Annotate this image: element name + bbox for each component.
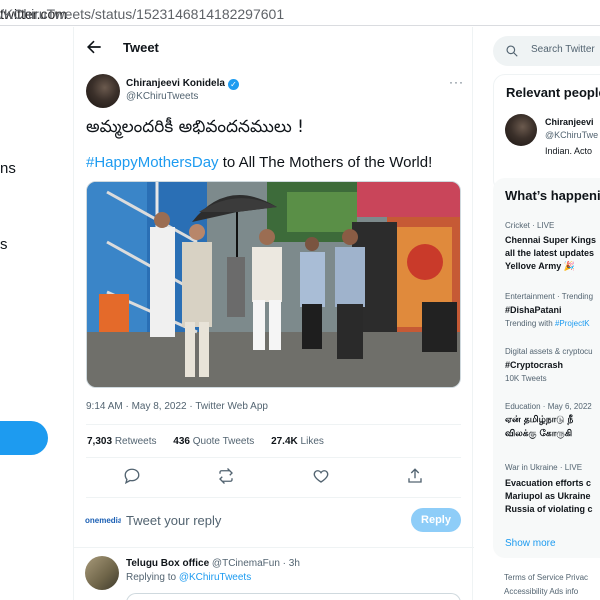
reply-author[interactable]: Telugu Box office @TCinemaFun · 3h <box>126 558 300 569</box>
trend-link[interactable]: #ProjectK <box>555 319 590 328</box>
divider <box>86 497 461 498</box>
likes-stat[interactable]: 27.4K Likes <box>271 436 324 447</box>
trend-title[interactable]: #Cryptocrash <box>505 359 563 372</box>
trend-title[interactable]: ஏன் தமிழ்நாடு நீ <box>505 414 573 427</box>
onemedia-logo: onemedia <box>85 511 123 533</box>
footer-links[interactable]: Terms of Service Privac <box>504 573 588 582</box>
trend-subtext: Trending with #ProjectK <box>505 319 590 328</box>
reply-author-avatar[interactable] <box>85 556 119 590</box>
retweets-stat[interactable]: 7,303 Retweets <box>87 436 157 447</box>
tweet-header: Tweet <box>74 27 474 69</box>
search-input[interactable]: Search Twitter <box>531 44 595 55</box>
trend-title[interactable]: Yellove Army 🎉 <box>505 260 575 273</box>
footer-links[interactable]: Accessibility Ads info <box>504 587 578 596</box>
trend-category: Digital assets & cryptocu <box>505 347 593 356</box>
trend-title[interactable]: Mariupol as Ukraine <box>505 490 591 503</box>
like-icon[interactable] <box>312 467 330 485</box>
nav-item-fragment[interactable]: s <box>0 236 8 253</box>
replying-to-handle-link[interactable]: @KChiruTweets <box>179 572 251 583</box>
reply-input[interactable]: Tweet your reply <box>126 513 221 528</box>
trend-category: Cricket · LIVE <box>505 221 555 230</box>
hashtag-link[interactable]: #HappyMothersDay <box>86 154 219 171</box>
relevant-people-title: Relevant people <box>506 85 600 100</box>
address-bar[interactable]: twitter.com/KChiruTweets/status/15231468… <box>0 0 600 26</box>
relevant-person-name[interactable]: Chiranjeevi <box>545 117 594 127</box>
tweet-text-line-1: అమ్మలందరికీ అభివందనములు ! <box>86 117 304 137</box>
trend-subtext: 10K Tweets <box>505 374 547 383</box>
tweet-timestamp[interactable]: 9:14 AM · May 8, 2022 · Twitter Web App <box>86 401 268 412</box>
more-options-icon[interactable]: ··· <box>449 75 464 89</box>
replying-to: Replying to @KChiruTweets <box>126 572 252 583</box>
relevant-person-bio: Indian. Acto <box>545 146 593 156</box>
share-icon[interactable] <box>406 467 424 485</box>
nav-item-fragment[interactable]: ns <box>0 160 16 177</box>
back-arrow-icon[interactable] <box>84 37 104 57</box>
show-more-link[interactable]: Show more <box>505 538 556 549</box>
photo-illustration <box>87 182 460 387</box>
retweet-icon[interactable] <box>217 467 235 485</box>
reply-button[interactable]: Reply <box>411 508 461 532</box>
search-bar[interactable]: Search Twitter <box>493 36 600 66</box>
trend-title[interactable]: Chennai Super Kings <box>505 234 596 247</box>
author-avatar[interactable] <box>86 74 120 108</box>
whats-happening-title: What’s happening <box>505 188 600 203</box>
trend-title[interactable]: Evacuation efforts c <box>505 477 591 490</box>
left-nav: ns s <box>0 27 72 600</box>
quoted-content-box[interactable] <box>126 593 461 600</box>
tweet-photo[interactable] <box>86 181 461 388</box>
author-handle[interactable]: @KChiruTweets <box>126 91 198 102</box>
trend-title[interactable]: all the latest updates <box>505 247 594 260</box>
reply-icon[interactable] <box>123 467 141 485</box>
trend-category: War in Ukraine · LIVE <box>505 463 583 472</box>
page-title: Tweet <box>123 40 159 55</box>
tweet-button[interactable] <box>0 421 48 455</box>
trend-title[interactable]: #DishaPatani <box>505 304 562 317</box>
search-icon <box>506 45 518 57</box>
trend-title[interactable]: விலக்கு கோருகி <box>505 428 572 441</box>
svg-text:onemedia: onemedia <box>85 516 121 525</box>
relevant-person-handle[interactable]: @KChiruTwe <box>545 130 598 140</box>
tweet-text-line-2: #HappyMothersDay to All The Mothers of t… <box>86 154 433 171</box>
relevant-person-avatar[interactable] <box>505 114 537 146</box>
divider <box>74 547 474 548</box>
verified-badge-icon: ✓ <box>227 79 239 90</box>
trend-category: Entertainment · Trending <box>505 292 594 301</box>
trend-category: Education · May 6, 2022 <box>505 402 592 411</box>
trend-title[interactable]: Russia of violating c <box>505 503 593 516</box>
main-column: Tweet Chiranjeevi Konidela ✓ @KChiruTweet… <box>73 27 474 600</box>
divider <box>86 457 461 458</box>
divider <box>86 424 461 425</box>
quote-tweets-stat[interactable]: 436 Quote Tweets <box>173 436 254 447</box>
tweet-stats: 7,303 Retweets 436 Quote Tweets 27.4K Li… <box>87 436 338 447</box>
author-name[interactable]: Chiranjeevi Konidela ✓ <box>126 78 239 90</box>
right-sidebar: Search Twitter Relevant people Chiranjee… <box>493 27 600 600</box>
